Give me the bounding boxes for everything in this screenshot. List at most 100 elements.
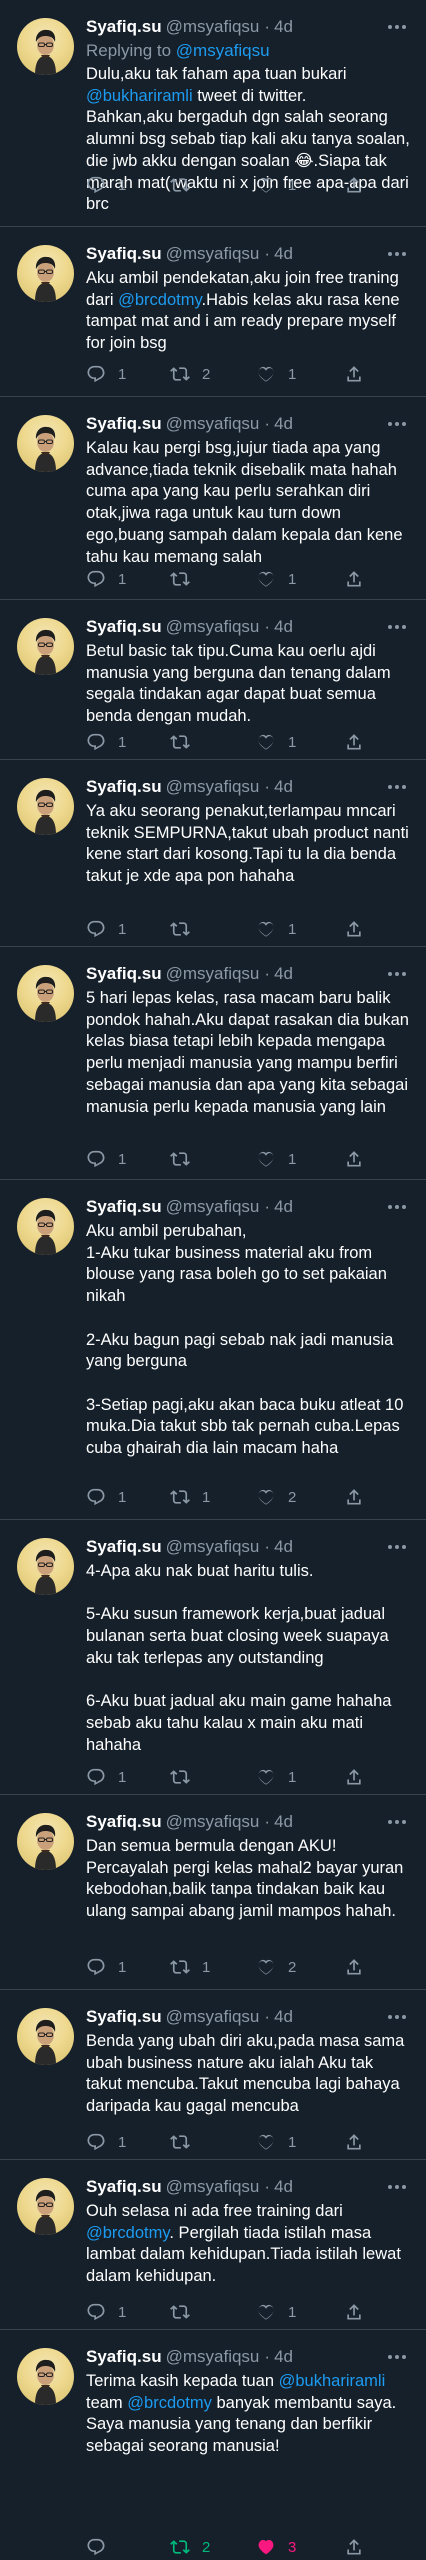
- share-button[interactable]: [344, 362, 364, 386]
- timestamp[interactable]: 4d: [274, 17, 293, 37]
- author-name[interactable]: Syafiq.su: [86, 2177, 162, 2197]
- more-icon[interactable]: [384, 616, 410, 638]
- like-button[interactable]: 1: [256, 567, 296, 591]
- timestamp[interactable]: 4d: [274, 244, 293, 264]
- author-name[interactable]: Syafiq.su: [86, 2007, 162, 2027]
- reply-button[interactable]: 1: [86, 1955, 126, 1979]
- author-handle[interactable]: @msyafiqsu: [166, 17, 260, 37]
- like-button[interactable]: 1: [256, 730, 296, 754]
- mention-link[interactable]: @brcdotmy: [118, 291, 201, 309]
- author-handle[interactable]: @msyafiqsu: [166, 244, 260, 264]
- like-button[interactable]: 3: [256, 2535, 296, 2559]
- author-name[interactable]: Syafiq.su: [86, 414, 162, 434]
- reply-button[interactable]: 1: [86, 1765, 126, 1789]
- like-button[interactable]: 1: [256, 362, 296, 386]
- timestamp[interactable]: 4d: [274, 617, 293, 637]
- more-icon[interactable]: [384, 2346, 410, 2368]
- avatar[interactable]: [17, 618, 74, 675]
- author-handle[interactable]: @msyafiqsu: [166, 1812, 260, 1832]
- author-handle[interactable]: @msyafiqsu: [166, 617, 260, 637]
- author-name[interactable]: Syafiq.su: [86, 1197, 162, 1217]
- author-name[interactable]: Syafiq.su: [86, 617, 162, 637]
- more-icon[interactable]: [384, 2176, 410, 2198]
- author-handle[interactable]: @msyafiqsu: [166, 414, 260, 434]
- share-button[interactable]: [344, 1485, 364, 1509]
- share-button[interactable]: [344, 567, 364, 591]
- share-button[interactable]: [344, 173, 364, 197]
- share-button[interactable]: [344, 917, 364, 941]
- timestamp[interactable]: 4d: [274, 2177, 293, 2197]
- retweet-button[interactable]: [170, 2300, 202, 2324]
- avatar[interactable]: [17, 2348, 74, 2405]
- more-icon[interactable]: [384, 243, 410, 265]
- mention-link[interactable]: @bukhariramli: [86, 87, 193, 105]
- reply-button[interactable]: 1: [86, 730, 126, 754]
- share-button[interactable]: [344, 2300, 364, 2324]
- like-button[interactable]: 2: [256, 1485, 296, 1509]
- tweet[interactable]: Syafiq.su @msyafiqsu · 4d Betul basic tak ti…: [0, 600, 426, 760]
- reply-button[interactable]: 1: [86, 1147, 126, 1171]
- author-name[interactable]: Syafiq.su: [86, 777, 162, 797]
- retweet-button[interactable]: [170, 567, 202, 591]
- more-icon[interactable]: [384, 776, 410, 798]
- avatar[interactable]: [17, 415, 74, 472]
- avatar[interactable]: [17, 245, 74, 302]
- timestamp[interactable]: 4d: [274, 1812, 293, 1832]
- tweet[interactable]: Syafiq.su @msyafiqsu · 4d Terima kasih kepad…: [0, 2330, 426, 2560]
- share-button[interactable]: [344, 1765, 364, 1789]
- share-button[interactable]: [344, 1955, 364, 1979]
- timestamp[interactable]: 4d: [274, 777, 293, 797]
- like-button[interactable]: 1: [256, 917, 296, 941]
- more-icon[interactable]: [384, 1196, 410, 1218]
- author-name[interactable]: Syafiq.su: [86, 244, 162, 264]
- like-button[interactable]: 2: [256, 1955, 296, 1979]
- timestamp[interactable]: 4d: [274, 2347, 293, 2367]
- tweet[interactable]: Syafiq.su @msyafiqsu · 4d 5 hari lepas kelas…: [0, 947, 426, 1180]
- author-name[interactable]: Syafiq.su: [86, 2347, 162, 2367]
- mention-link[interactable]: @brcdotmy: [86, 2224, 169, 2242]
- retweet-button[interactable]: 2: [170, 362, 210, 386]
- tweet[interactable]: Syafiq.su @msyafiqsu · 4d Replying to @msyaf…: [0, 0, 426, 227]
- share-button[interactable]: [344, 730, 364, 754]
- timestamp[interactable]: 4d: [274, 1197, 293, 1217]
- tweet[interactable]: Syafiq.su @msyafiqsu · 4d Kalau kau pergi bs…: [0, 397, 426, 600]
- timestamp[interactable]: 4d: [274, 1537, 293, 1557]
- reply-button[interactable]: 1: [86, 567, 126, 591]
- retweet-button[interactable]: 1: [170, 1485, 210, 1509]
- reply-button[interactable]: 1: [86, 2300, 126, 2324]
- share-button[interactable]: [344, 2130, 364, 2154]
- author-handle[interactable]: @msyafiqsu: [166, 964, 260, 984]
- author-name[interactable]: Syafiq.su: [86, 1537, 162, 1557]
- more-icon[interactable]: [384, 16, 410, 38]
- replying-to-handle[interactable]: @msyafiqsu: [176, 41, 270, 60]
- tweet[interactable]: Syafiq.su @msyafiqsu · 4d Dan semua bermula …: [0, 1795, 426, 1990]
- like-button[interactable]: 1: [256, 2300, 296, 2324]
- avatar[interactable]: [17, 1813, 74, 1870]
- author-handle[interactable]: @msyafiqsu: [166, 2007, 260, 2027]
- mention-link[interactable]: @bukhariramli: [279, 2372, 386, 2390]
- reply-button[interactable]: 1: [86, 362, 126, 386]
- avatar[interactable]: [17, 2008, 74, 2065]
- reply-button[interactable]: 1: [86, 917, 126, 941]
- reply-button[interactable]: 1: [86, 2130, 126, 2154]
- share-button[interactable]: [344, 2535, 364, 2559]
- avatar[interactable]: [17, 778, 74, 835]
- share-button[interactable]: [344, 1147, 364, 1171]
- more-icon[interactable]: [384, 413, 410, 435]
- author-handle[interactable]: @msyafiqsu: [166, 1537, 260, 1557]
- mention-link[interactable]: @brcdotmy: [127, 2394, 212, 2412]
- like-button[interactable]: 1: [256, 173, 296, 197]
- retweet-button[interactable]: 2: [170, 2535, 210, 2559]
- timestamp[interactable]: 4d: [274, 2007, 293, 2027]
- more-icon[interactable]: [384, 963, 410, 985]
- author-handle[interactable]: @msyafiqsu: [166, 1197, 260, 1217]
- more-icon[interactable]: [384, 2006, 410, 2028]
- author-name[interactable]: Syafiq.su: [86, 17, 162, 37]
- tweet[interactable]: Syafiq.su @msyafiqsu · 4d Ouh selasa ni ada …: [0, 2160, 426, 2330]
- tweet[interactable]: Syafiq.su @msyafiqsu · 4d Ya aku seorang pen…: [0, 760, 426, 947]
- retweet-button[interactable]: 1: [170, 1955, 210, 1979]
- reply-button[interactable]: 1: [86, 173, 126, 197]
- retweet-button[interactable]: [170, 1147, 202, 1171]
- like-button[interactable]: 1: [256, 1765, 296, 1789]
- tweet[interactable]: Syafiq.su @msyafiqsu · 4d Aku ambil pendekat…: [0, 227, 426, 397]
